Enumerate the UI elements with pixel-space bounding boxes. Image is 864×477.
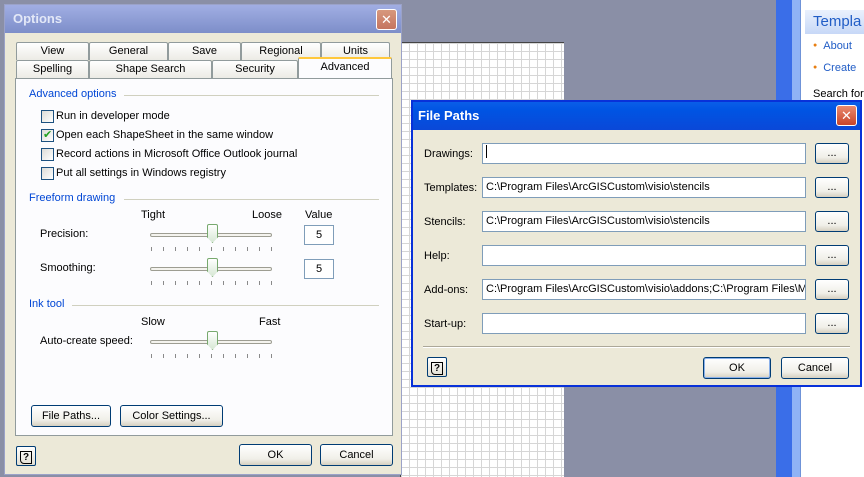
templates-path-field[interactable]: C:\Program Files\ArcGISCustom\visio\sten…: [482, 177, 806, 198]
tab-security[interactable]: Security: [212, 60, 298, 78]
task-pane-title: Templa: [805, 10, 864, 34]
help-icon[interactable]: ?: [16, 446, 36, 466]
shapesheet-same-window-checkbox[interactable]: [41, 128, 54, 142]
help-label: Help:: [424, 250, 450, 262]
precision-value-field[interactable]: 5: [304, 225, 334, 245]
advanced-options-heading: Advanced options: [29, 88, 117, 100]
precision-slider-ticks: [150, 247, 272, 251]
advanced-tab-panel: Advanced options Run in developer mode O…: [15, 78, 393, 436]
tab-general[interactable]: General: [89, 42, 168, 60]
file-paths-button[interactable]: File Paths...: [31, 405, 111, 427]
task-pane-link-about[interactable]: About: [813, 40, 852, 52]
start-up-browse-button[interactable]: ...: [815, 313, 849, 334]
footer-separator: [423, 346, 850, 348]
value-label: Value: [305, 209, 333, 221]
options-title: Options: [13, 11, 63, 26]
options-titlebar[interactable]: Options ✕: [5, 5, 401, 33]
drawings-label: Drawings:: [424, 148, 473, 160]
help-path-field[interactable]: [482, 245, 806, 266]
drawings-browse-button[interactable]: ...: [815, 143, 849, 164]
group-divider: [124, 95, 379, 96]
auto-create-speed-label: Auto-create speed:: [40, 335, 133, 347]
auto-create-speed-slider-thumb[interactable]: [207, 331, 218, 350]
smoothing-slider-ticks: [150, 281, 272, 285]
file-paths-dialog: File Paths ✕ Drawings: ... Templates: C:…: [411, 100, 862, 387]
task-pane-link-create[interactable]: Create: [813, 62, 856, 74]
close-icon[interactable]: ✕: [836, 105, 857, 126]
file-paths-title: File Paths: [418, 108, 480, 123]
color-settings-button[interactable]: Color Settings...: [120, 405, 223, 427]
loose-label: Loose: [252, 209, 282, 221]
add-ons-label: Add-ons:: [424, 284, 469, 296]
developer-mode-checkbox[interactable]: [41, 110, 54, 123]
start-up-path-field[interactable]: [482, 313, 806, 334]
tab-view[interactable]: View: [16, 42, 89, 60]
precision-slider-thumb[interactable]: [207, 224, 218, 243]
stencils-browse-button[interactable]: ...: [815, 211, 849, 232]
help-icon[interactable]: ?: [427, 357, 447, 377]
developer-mode-label: Run in developer mode: [56, 110, 170, 122]
file-paths-titlebar[interactable]: File Paths ✕: [413, 102, 860, 130]
windows-registry-label: Put all settings in Windows registry: [56, 167, 226, 179]
precision-label: Precision:: [40, 228, 89, 240]
templates-browse-button[interactable]: ...: [815, 177, 849, 198]
windows-registry-checkbox[interactable]: [41, 167, 54, 180]
freeform-drawing-heading: Freeform drawing: [29, 192, 116, 204]
drawings-path-field[interactable]: [482, 143, 806, 164]
shapesheet-same-window-label: Open each ShapeSheet in the same window: [56, 129, 274, 141]
file-paths-cancel-button[interactable]: Cancel: [781, 357, 849, 379]
file-paths-ok-button[interactable]: OK: [703, 357, 771, 379]
fast-label: Fast: [259, 316, 281, 328]
tab-shape-search[interactable]: Shape Search: [89, 60, 212, 78]
add-ons-path-field[interactable]: C:\Program Files\ArcGISCustom\visio\addo…: [482, 279, 806, 300]
add-ons-browse-button[interactable]: ...: [815, 279, 849, 300]
smoothing-value-field[interactable]: 5: [304, 259, 334, 279]
tight-label: Tight: [141, 209, 166, 221]
smoothing-label: Smoothing:: [40, 262, 96, 274]
stencils-path-field[interactable]: C:\Program Files\ArcGISCustom\visio\sten…: [482, 211, 806, 232]
stencils-label: Stencils:: [424, 216, 466, 228]
help-browse-button[interactable]: ...: [815, 245, 849, 266]
tab-spelling[interactable]: Spelling: [16, 60, 89, 78]
templates-label: Templates:: [424, 182, 478, 194]
ink-tool-heading: Ink tool: [29, 298, 65, 310]
ok-button[interactable]: OK: [239, 444, 312, 466]
outlook-journal-checkbox[interactable]: [41, 148, 54, 161]
outlook-journal-label: Record actions in Microsoft Office Outlo…: [56, 148, 298, 160]
start-up-label: Start-up:: [424, 318, 467, 330]
options-dialog: Options ✕ View General Save Regional Uni…: [4, 4, 402, 475]
group-divider: [72, 305, 379, 306]
smoothing-slider-thumb[interactable]: [207, 258, 218, 277]
slow-label: Slow: [141, 316, 165, 328]
tab-advanced[interactable]: Advanced: [298, 57, 392, 78]
group-divider: [124, 199, 379, 200]
task-pane-search-label: Search for: [813, 88, 864, 100]
auto-create-speed-slider-ticks: [150, 354, 272, 358]
tab-save[interactable]: Save: [168, 42, 241, 60]
close-icon[interactable]: ✕: [376, 9, 397, 30]
cancel-button[interactable]: Cancel: [320, 444, 393, 466]
